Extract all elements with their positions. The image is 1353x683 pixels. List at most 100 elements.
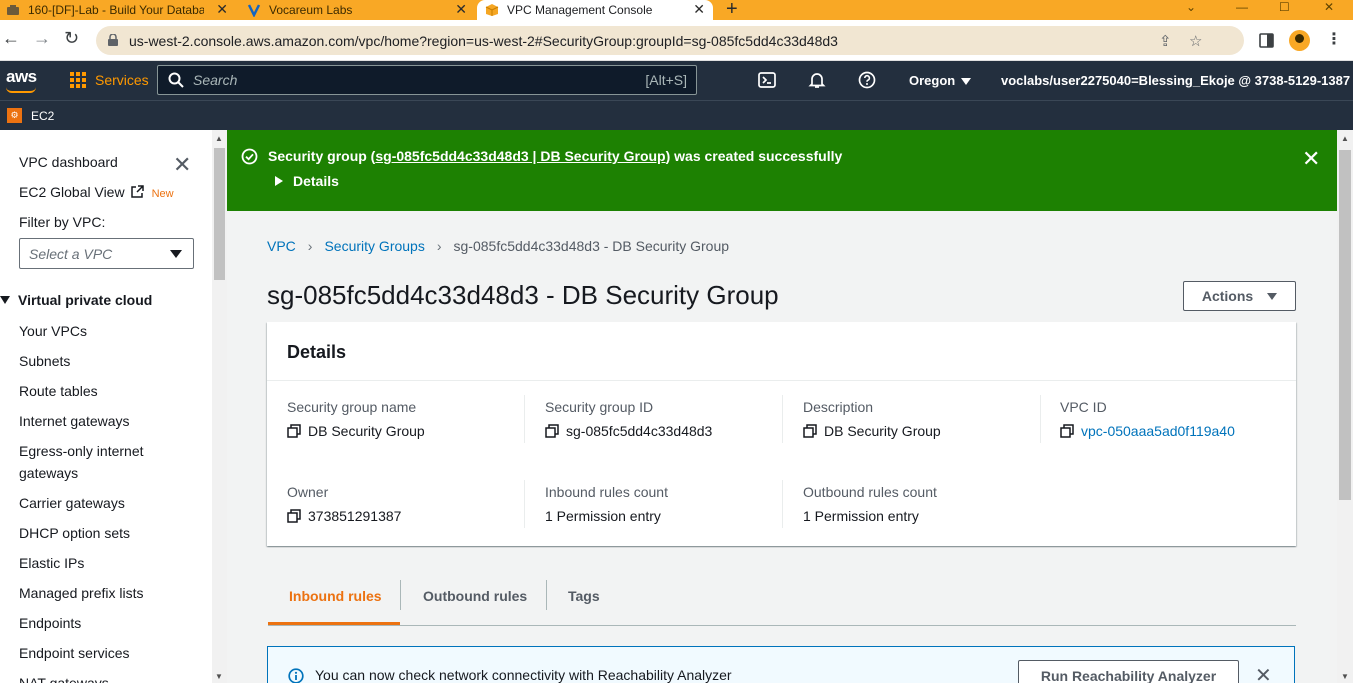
services-menu-button[interactable]: Services (70, 72, 149, 88)
minimize-icon[interactable]: — (1236, 0, 1248, 14)
scroll-down-icon[interactable]: ▼ (215, 672, 223, 681)
search-icon (168, 72, 184, 88)
breadcrumb-vpc-link[interactable]: VPC (267, 238, 296, 254)
help-icon[interactable] (858, 71, 876, 89)
copy-icon[interactable] (803, 424, 817, 438)
aws-box-icon (485, 3, 499, 17)
vpc-sidebar: VPC dashboard ✕ EC2 Global View New Filte… (0, 130, 212, 683)
sidebar-scroll-thumb[interactable] (214, 148, 225, 280)
filter-by-vpc-label: Filter by VPC: (19, 214, 106, 230)
caret-down-icon (1267, 292, 1278, 300)
sidebar-item-managed-prefix-lists[interactable]: Managed prefix lists (19, 585, 144, 601)
browser-tab-lab[interactable]: 160-[DF]-Lab - Build Your Databa ✕ (0, 0, 236, 20)
sidebar-scrollbar[interactable]: ▲ ▼ (212, 130, 227, 683)
main-scrollbar[interactable]: ▲ ▼ (1337, 130, 1353, 683)
copy-icon[interactable] (287, 424, 301, 438)
close-icon[interactable]: ✕ (1302, 146, 1320, 172)
sidebar-item-elastic-ips[interactable]: Elastic IPs (19, 555, 84, 571)
security-group-link[interactable]: sg-085fc5dd4c33d48d3 | DB Security Group (375, 148, 665, 164)
copy-icon[interactable] (287, 509, 301, 523)
flash-message: Security group (sg-085fc5dd4c33d48d3 | D… (268, 148, 843, 164)
chevron-down-icon[interactable]: ⌄ (1186, 0, 1196, 14)
aws-search-box[interactable]: [Alt+S] (157, 65, 697, 95)
browser-tab-vocareum[interactable]: Vocareum Labs ✕ (237, 0, 475, 20)
notifications-bell-icon[interactable] (808, 71, 826, 89)
ec2-service-icon: ⚙ (7, 108, 22, 123)
flash-details-toggle[interactable]: Details (275, 173, 339, 189)
actions-button[interactable]: Actions (1183, 281, 1296, 311)
copy-icon[interactable] (545, 424, 559, 438)
url-field[interactable]: us-west-2.console.aws.amazon.com/vpc/hom… (96, 26, 1244, 55)
info-icon (288, 668, 304, 683)
sidebar-item-carrier-gateways[interactable]: Carrier gateways (19, 495, 125, 511)
vpc-filter-select[interactable]: Select a VPC (19, 238, 194, 269)
scroll-up-icon[interactable]: ▲ (215, 134, 223, 143)
aws-logo[interactable]: aws (6, 67, 37, 93)
account-menu[interactable]: voclabs/user2275040=Blessing_Ekoje @ 373… (1001, 73, 1353, 88)
new-tab-icon[interactable]: + (726, 0, 738, 21)
cloudshell-icon[interactable] (758, 71, 776, 89)
forward-arrow-icon[interactable]: → (33, 28, 51, 49)
sidebar-item-dhcp-option-sets[interactable]: DHCP option sets (19, 525, 130, 541)
lab-icon (6, 3, 20, 17)
close-tab-icon[interactable]: ✕ (455, 1, 467, 18)
share-icon[interactable]: ⇪ (1159, 32, 1172, 50)
tab-tags[interactable]: Tags (568, 588, 600, 604)
back-arrow-icon[interactable]: ← (2, 28, 20, 49)
tab-inbound-rules[interactable]: Inbound rules (289, 588, 382, 604)
browser-tab-vpc-console[interactable]: VPC Management Console ✕ (477, 0, 713, 20)
window-close-icon[interactable]: ✕ (1324, 0, 1334, 14)
external-link-icon (130, 185, 144, 198)
sidebar-item-your-vpcs[interactable]: Your VPCs (19, 323, 87, 339)
copy-icon[interactable] (1060, 424, 1074, 438)
field-security-group-id: Security group ID sg-085fc5dd4c33d48d3 (545, 399, 713, 439)
sidebar-item-egress-only-gateways[interactable]: Egress-only internet (19, 443, 144, 459)
main-scroll-thumb[interactable] (1339, 150, 1351, 500)
scroll-down-icon[interactable]: ▼ (1341, 672, 1349, 681)
reachability-info-alert: You can now check network connectivity w… (267, 646, 1295, 683)
vpc-id-link[interactable]: vpc-050aaa5ad0f119a40 (1081, 423, 1235, 439)
star-icon[interactable]: ☆ (1189, 32, 1202, 50)
tab-outbound-rules[interactable]: Outbound rules (423, 588, 527, 604)
close-tab-icon[interactable]: ✕ (693, 1, 705, 18)
browser-tab-strip: 160-[DF]-Lab - Build Your Databa ✕ Vocar… (0, 0, 1353, 20)
active-tab-indicator (268, 622, 400, 625)
maximize-icon[interactable]: ☐ (1279, 0, 1290, 14)
chevron-right-icon: › (307, 238, 313, 254)
favorites-bar: ⚙ EC2 (0, 100, 1353, 130)
close-icon[interactable]: ✕ (1255, 663, 1272, 683)
sidebar-item-internet-gateways[interactable]: Internet gateways (19, 413, 130, 429)
field-owner: Owner 373851291387 (287, 484, 402, 524)
favorite-ec2-link[interactable]: ⚙ EC2 (7, 108, 54, 123)
sidebar-item-endpoints[interactable]: Endpoints (19, 615, 81, 631)
region-selector[interactable]: Oregon (909, 73, 972, 88)
sidebar-item-endpoint-services[interactable]: Endpoint services (19, 645, 130, 661)
sidebar-item-vpc-dashboard[interactable]: VPC dashboard (19, 154, 118, 170)
success-flash-banner: Security group (sg-085fc5dd4c33d48d3 | D… (227, 130, 1337, 211)
sidebar-item-route-tables[interactable]: Route tables (19, 383, 98, 399)
breadcrumb: VPC › Security Groups › sg-085fc5dd4c33d… (267, 238, 729, 254)
field-security-group-name: Security group name DB Security Group (287, 399, 425, 439)
rules-tabs: Inbound rules Outbound rules Tags (268, 580, 1296, 626)
caret-down-icon (961, 78, 972, 86)
search-input[interactable] (193, 70, 613, 90)
sidebar-item-subnets[interactable]: Subnets (19, 353, 70, 369)
field-inbound-rules-count: Inbound rules count 1 Permission entry (545, 484, 668, 524)
sidebar-item-nat-gateways[interactable]: NAT gateways (19, 675, 109, 683)
side-panel-icon[interactable] (1259, 33, 1274, 48)
close-icon[interactable]: ✕ (173, 152, 191, 178)
scroll-up-icon[interactable]: ▲ (1341, 134, 1349, 143)
collapse-caret-icon (0, 296, 10, 304)
more-menu-icon[interactable]: ⋮ (1326, 29, 1342, 49)
run-reachability-analyzer-button[interactable]: Run Reachability Analyzer (1018, 660, 1239, 683)
breadcrumb-security-groups-link[interactable]: Security Groups (324, 238, 424, 254)
sidebar-section-virtual-private-cloud[interactable]: Virtual private cloud (0, 292, 152, 308)
new-badge: New (151, 188, 174, 200)
caret-down-icon (170, 250, 182, 258)
close-tab-icon[interactable]: ✕ (216, 1, 228, 18)
reload-icon[interactable]: ↻ (64, 28, 79, 49)
expand-caret-icon (275, 176, 283, 186)
profile-avatar-icon[interactable] (1289, 30, 1310, 51)
sidebar-item-egress-only-gateways-line2[interactable]: gateways (19, 465, 78, 481)
sidebar-item-ec2-global-view[interactable]: EC2 Global View New (19, 184, 174, 200)
